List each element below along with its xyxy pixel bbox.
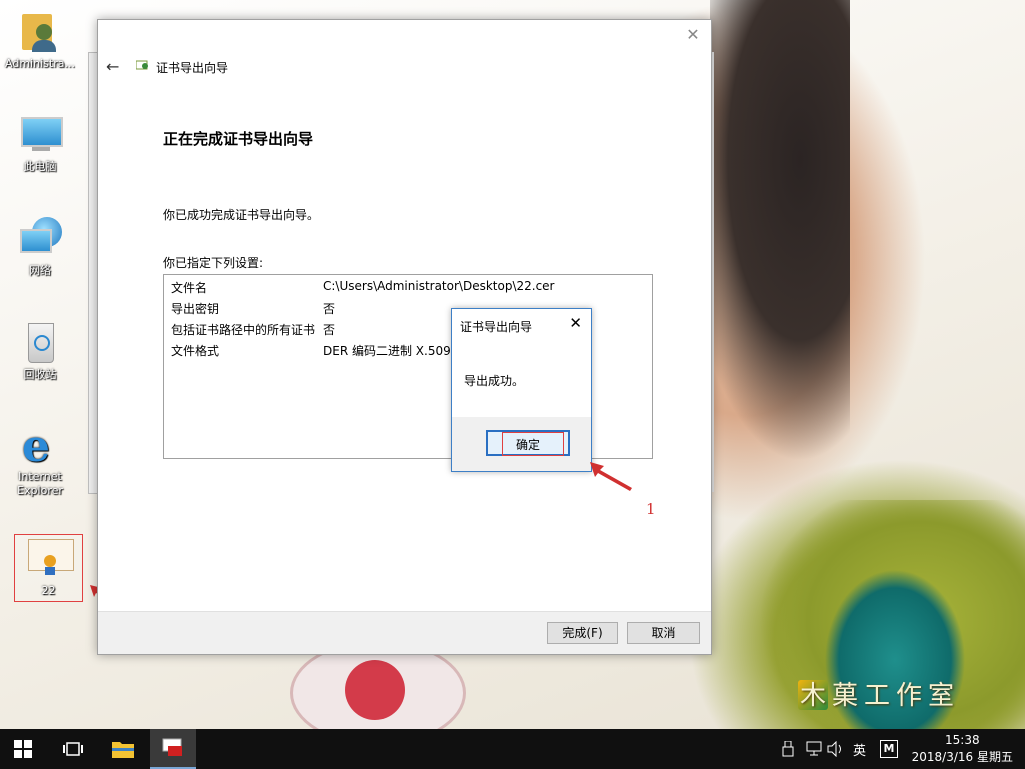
dialog-message: 导出成功。 (464, 374, 525, 388)
close-icon[interactable]: ✕ (683, 25, 703, 44)
task-view-button[interactable] (50, 729, 96, 769)
setting-value: C:\Users\Administrator\Desktop\22.cer (323, 279, 555, 293)
setting-value: 否 (323, 323, 336, 337)
desktop-icon-label: Administra... (5, 57, 75, 70)
desktop-icon-label: 网络 (29, 264, 51, 277)
back-arrow-icon[interactable]: ← (106, 57, 119, 76)
success-message: 你已成功完成证书导出向导。 (163, 208, 320, 222)
taskbar-certificate-manager[interactable] (150, 729, 196, 769)
wizard-heading: 正在完成证书导出向导 (163, 130, 314, 148)
close-icon[interactable]: ✕ (569, 314, 582, 332)
network-icon (18, 217, 62, 261)
setting-value: DER 编码二进制 X.509 (323, 344, 451, 358)
setting-value: 否 (323, 302, 336, 316)
user-folder-icon (18, 10, 62, 54)
tray-volume-icon[interactable] (827, 729, 845, 769)
finish-button[interactable]: 完成(F) (547, 622, 618, 644)
certificate-wizard-icon (136, 60, 148, 70)
clock-time: 15:38 (945, 733, 980, 747)
desktop-icon-label: Internet Explorer (17, 470, 63, 497)
desktop-icon-label: 此电脑 (23, 160, 57, 173)
task-view-icon (63, 742, 83, 756)
certificate-icon (27, 537, 74, 581)
taskbar: 英 M 15:38 2018/3/16 星期五 (0, 729, 1025, 769)
export-success-dialog: 证书导出向导 ✕ 导出成功。 确定 (451, 308, 592, 472)
settings-label: 你已指定下列设置: (163, 256, 264, 270)
setting-key: 包括证书路径中的所有证书 (171, 323, 316, 337)
desktop-icon-this-pc[interactable]: 此电脑 (4, 113, 76, 174)
taskbar-file-explorer[interactable] (100, 729, 146, 769)
clock-date: 2018/3/16 星期五 (911, 750, 1013, 764)
recycle-bin-icon (18, 321, 62, 365)
start-button[interactable] (0, 729, 46, 769)
tray-ime-indicator[interactable]: 英 (853, 729, 866, 769)
computer-icon (18, 113, 63, 157)
tray-m-app-icon[interactable]: M (880, 729, 898, 769)
desktop-icon-network[interactable]: 网络 (4, 217, 76, 278)
desktop-icon-recycle-bin[interactable]: 回收站 (4, 321, 76, 382)
tray-network-icon[interactable] (804, 729, 822, 769)
windows-logo-icon (14, 740, 32, 758)
watermark-text: 木菓工作室 (800, 681, 961, 711)
annotation-arrow-icon (590, 462, 632, 491)
taskbar-clock[interactable]: 15:38 2018/3/16 星期五 (912, 732, 1013, 766)
folder-icon (112, 742, 134, 758)
dialog-title: 证书导出向导 (460, 320, 533, 334)
tray-usb-icon[interactable] (782, 729, 794, 769)
setting-key: 导出密钥 (171, 302, 220, 316)
setting-key: 文件格式 (171, 344, 220, 358)
desktop-icon-label: 22 (41, 584, 56, 597)
annotation-number: 1 (646, 500, 656, 518)
cancel-button[interactable]: 取消 (627, 622, 700, 644)
desktop-icon-administrator[interactable]: Administra... (4, 10, 76, 71)
desktop-icon-certificate-file[interactable]: 22 (14, 534, 83, 602)
annotation-highlight-box (502, 432, 564, 456)
wallpaper-badge-mark (345, 660, 405, 720)
certificate-manager-icon (162, 738, 182, 756)
setting-key: 文件名 (171, 281, 208, 295)
desktop-icon-label: 回收站 (23, 368, 57, 381)
internet-explorer-icon: e (22, 421, 50, 472)
desktop-icon-internet-explorer[interactable]: e Internet Explorer (4, 423, 76, 498)
certificate-export-wizard: ✕ ← 证书导出向导 正在完成证书导出向导 你已成功完成证书导出向导。 你已指定… (97, 19, 712, 655)
wizard-title: 证书导出向导 (156, 61, 229, 75)
wallpaper-photo (710, 0, 850, 470)
ok-button[interactable]: 确定 (486, 430, 570, 456)
wizard-footer: 完成(F) 取消 (98, 611, 711, 654)
